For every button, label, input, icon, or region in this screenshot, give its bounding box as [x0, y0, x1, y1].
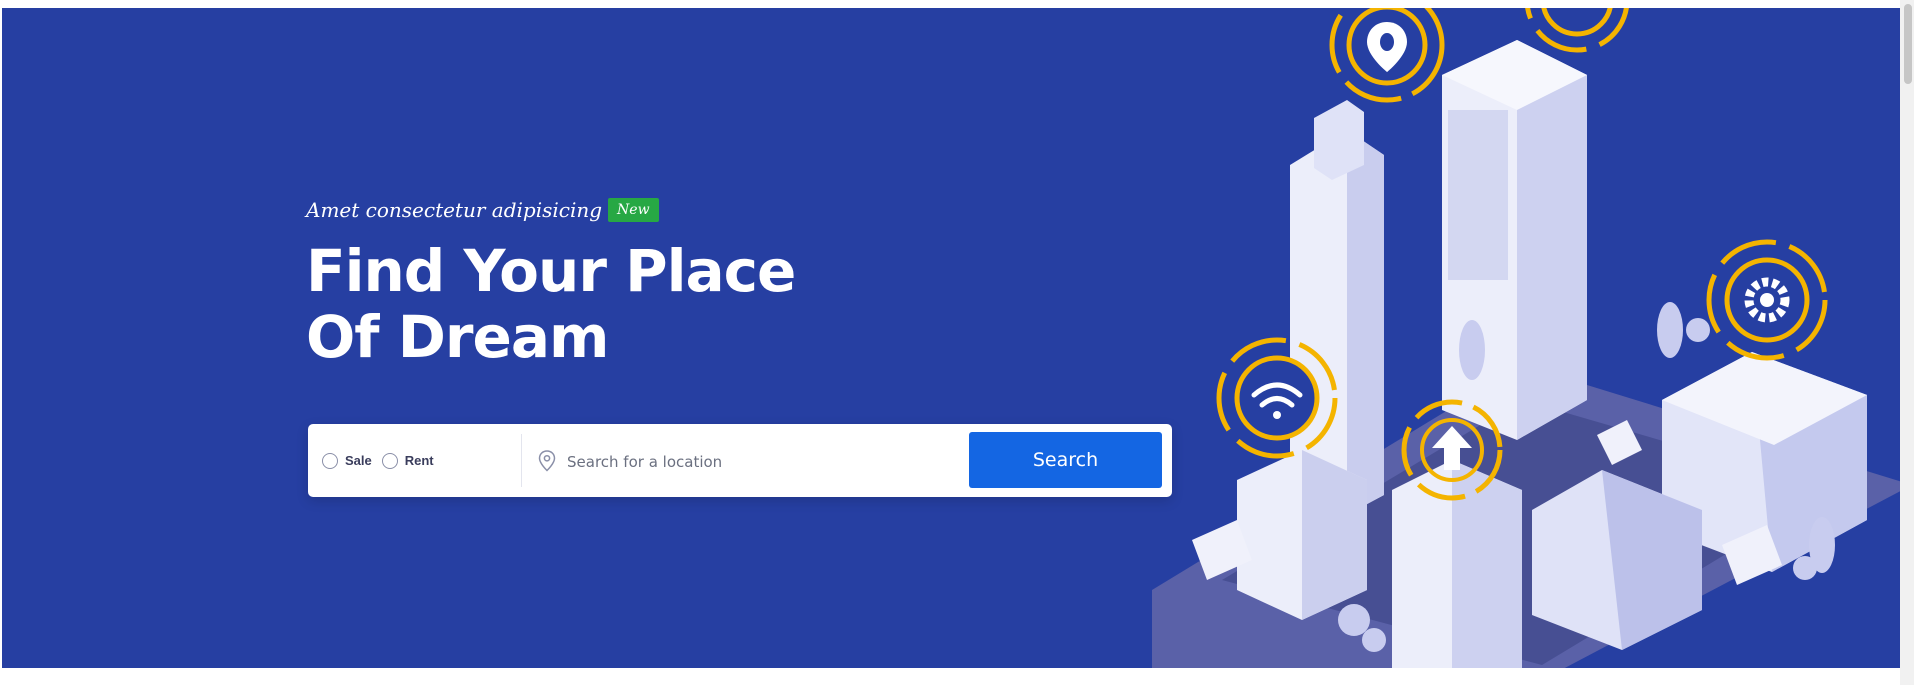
new-badge: New	[608, 198, 659, 222]
headline-line-1: Find Your Place	[306, 237, 796, 305]
location-pin-icon	[538, 450, 556, 477]
center-tower	[1392, 460, 1522, 668]
sale-radio-circle[interactable]	[322, 452, 338, 469]
rent-radio[interactable]: Rent	[381, 452, 434, 469]
search-button[interactable]: Search	[969, 432, 1162, 488]
scrollbar-thumb[interactable]	[1904, 4, 1912, 84]
rent-radio-label[interactable]: Rent	[405, 453, 434, 468]
location-pin-icon	[1329, 8, 1445, 103]
tagline: Amet consectetur adipisicing New	[306, 198, 659, 222]
page-title: Find Your Place Of Dream	[306, 238, 866, 370]
headline-line-2: Of Dream	[306, 303, 609, 371]
sale-radio-label[interactable]: Sale	[345, 453, 372, 468]
rent-radio-circle[interactable]	[381, 452, 398, 469]
tagline-text: Amet consectetur adipisicing	[306, 198, 603, 222]
sale-radio[interactable]: Sale	[322, 452, 372, 469]
listing-type-radio-group: Sale Rent	[322, 424, 434, 497]
search-divider	[521, 434, 522, 487]
gear-icon	[1706, 239, 1828, 361]
satellite-icon	[1525, 8, 1629, 53]
page-scrollbar[interactable]	[1900, 0, 1914, 685]
tall-tower-right	[1442, 40, 1587, 440]
small-building-left	[1237, 450, 1367, 620]
hero-banner: Amet consectetur adipisicing New Find Yo…	[2, 8, 1906, 668]
city-illustration	[1152, 8, 1906, 668]
search-form: Sale Rent Search	[308, 424, 1259, 497]
wifi-icon	[1216, 337, 1338, 459]
